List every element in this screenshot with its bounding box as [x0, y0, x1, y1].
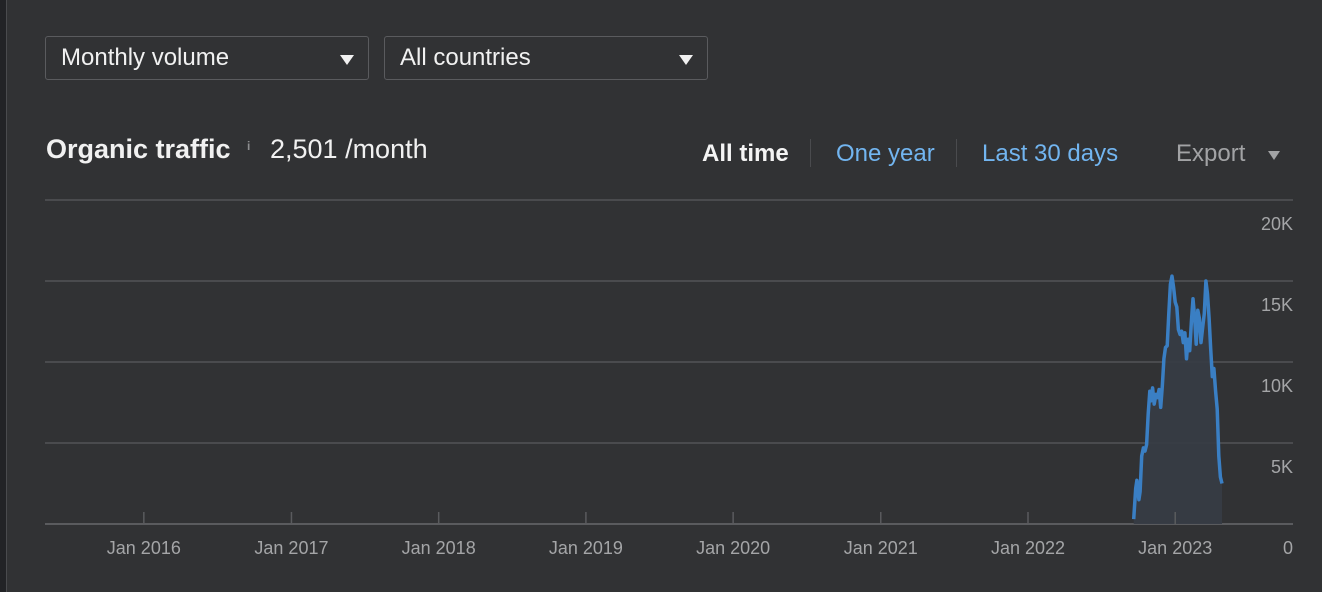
x-tick-label: Jan 2018: [402, 538, 476, 558]
x-tick-label: Jan 2021: [844, 538, 918, 558]
y-tick-label: 20K: [1261, 214, 1293, 234]
x-tick-label: Jan 2023: [1138, 538, 1212, 558]
y-tick-label: 10K: [1261, 376, 1293, 396]
traffic-chart: Jan 2016 Jan 2017 Jan 2018 Jan 2019 Jan 2020…: [45, 199, 1293, 558]
x-tick-label: Jan 2019: [549, 538, 623, 558]
x-tick-label: Jan 2020: [696, 538, 770, 558]
y-tick-label: 15K: [1261, 295, 1293, 315]
x-tick-label: Jan 2017: [254, 538, 328, 558]
x-tick-label: Jan 2022: [991, 538, 1065, 558]
x-tick-label: Jan 2016: [107, 538, 181, 558]
y-tick-label: 5K: [1271, 457, 1293, 477]
y-tick-label: 0: [1283, 538, 1293, 558]
